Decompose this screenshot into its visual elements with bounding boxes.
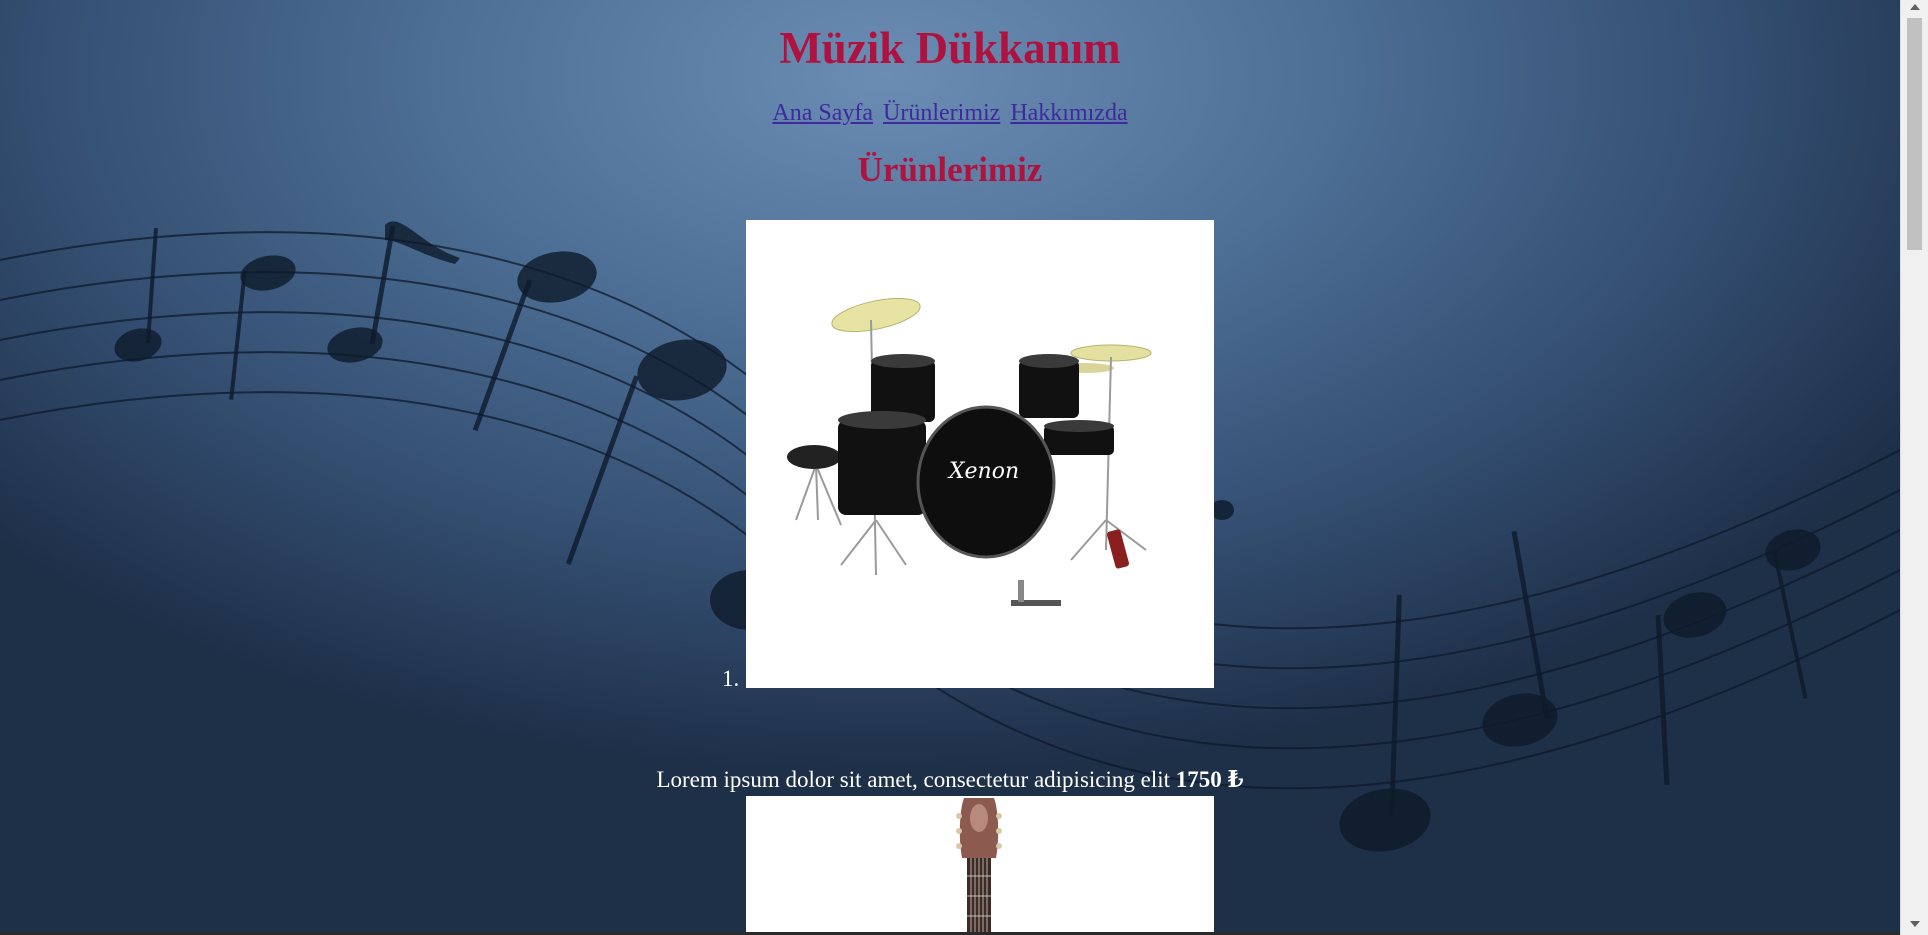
main-nav: Ana Sayfa Ürünlerimiz Hakkımızda — [0, 100, 1900, 127]
product-price: 1750 ₺ — [1175, 767, 1244, 792]
product-description: Lorem ipsum dolor sit amet, consectetur … — [0, 766, 1900, 793]
scroll-down-arrow-icon[interactable] — [1910, 921, 1920, 927]
list-item-number: 1. — [722, 666, 740, 691]
site-title: Müzik Dükkanım — [779, 23, 1121, 73]
scroll-up-arrow-icon[interactable] — [1910, 4, 1920, 10]
vertical-scrollbar[interactable] — [1900, 0, 1928, 935]
guitar-image — [746, 796, 1214, 935]
nav-link-home[interactable]: Ana Sayfa — [772, 100, 873, 126]
nav-link-about[interactable]: Hakkımızda — [1010, 100, 1127, 126]
page-content: Müzik Dükkanım Ana Sayfa Ürünlerimiz Hak… — [0, 0, 1900, 935]
product-description-text: Lorem ipsum dolor sit amet, consectetur … — [656, 767, 1171, 792]
products-heading: Ürünlerimiz — [857, 150, 1043, 189]
drum-kit-image: Xenon — [746, 220, 1214, 688]
nav-link-products[interactable]: Ürünlerimiz — [883, 100, 1000, 126]
scrollbar-thumb[interactable] — [1907, 18, 1922, 250]
drum-brand-label: Xenon — [947, 459, 1019, 484]
